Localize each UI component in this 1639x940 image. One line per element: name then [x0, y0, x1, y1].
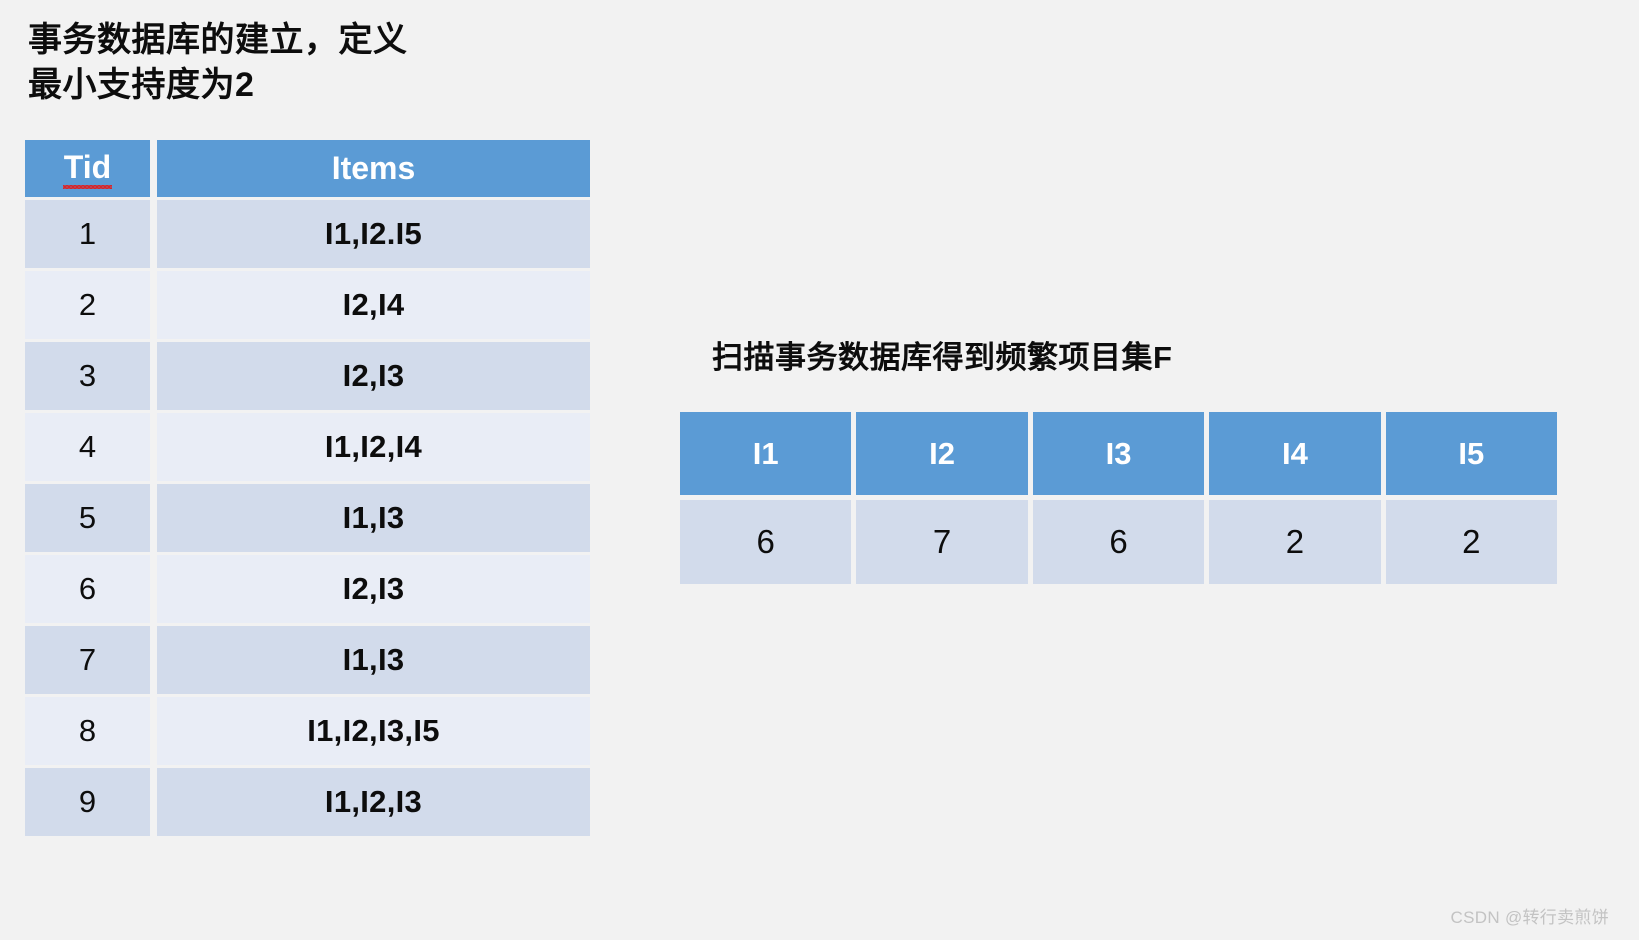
column-header-tid: Tid	[25, 140, 150, 197]
frequent-itemset-table: I1 I2 I3 I4 I5 6 7 6 2 2	[680, 412, 1558, 584]
table-header-row: Tid Items	[25, 140, 590, 197]
cell-items: I1,I2.I5	[157, 200, 590, 268]
column-header-i4: I4	[1209, 412, 1381, 495]
column-header-i3: I3	[1032, 412, 1205, 495]
table-row: 4 I1,I2,I4	[25, 413, 590, 481]
cell-items: I1,I2,I4	[157, 413, 590, 481]
table-row: 9 I1,I2,I3	[25, 768, 590, 836]
cell-tid: 6	[25, 555, 150, 623]
cell-tid: 2	[25, 271, 150, 339]
table-row: 2 I2,I4	[25, 271, 590, 339]
column-header-i1: I1	[680, 412, 852, 495]
cell-tid: 4	[25, 413, 150, 481]
cell-items: I2,I3	[157, 342, 590, 410]
cell-tid: 9	[25, 768, 150, 836]
column-header-items: Items	[157, 140, 590, 197]
frequent-table-header-row: I1 I2 I3 I4 I5	[680, 412, 1558, 495]
frequent-table-value-row: 6 7 6 2 2	[680, 500, 1558, 584]
count-i1: 6	[680, 500, 852, 584]
table-row: 6 I2,I3	[25, 555, 590, 623]
cell-tid: 5	[25, 484, 150, 552]
table-row: 3 I2,I3	[25, 342, 590, 410]
transaction-database-table: Tid Items 1 I1,I2.I5 2 I2,I4 3 I2,I3 4 I…	[25, 140, 590, 836]
cell-tid: 7	[25, 626, 150, 694]
table-row: 7 I1,I3	[25, 626, 590, 694]
tid-header-label: Tid	[62, 149, 113, 189]
table-row: 5 I1,I3	[25, 484, 590, 552]
cell-items: I1,I2,I3	[157, 768, 590, 836]
csdn-watermark: CSDN @转行卖煎饼	[1450, 908, 1609, 927]
cell-tid: 1	[25, 200, 150, 268]
table-row: 8 I1,I2,I3,I5	[25, 697, 590, 765]
cell-items: I2,I3	[157, 555, 590, 623]
cell-items: I1,I3	[157, 484, 590, 552]
cell-items: I1,I3	[157, 626, 590, 694]
table-row: 1 I1,I2.I5	[25, 200, 590, 268]
slide-canvas: 事务数据库的建立，定义 最小支持度为2 Tid Items 1 I1,I2.I5…	[0, 0, 1639, 940]
column-header-i2: I2	[856, 412, 1028, 495]
count-i3: 6	[1032, 500, 1205, 584]
right-section-title: 扫描事务数据库得到频繁项目集F	[712, 340, 1173, 375]
left-section-title: 事务数据库的建立，定义 最小支持度为2	[28, 21, 408, 104]
cell-tid: 3	[25, 342, 150, 410]
column-header-i5: I5	[1385, 412, 1558, 495]
cell-items: I1,I2,I3,I5	[157, 697, 590, 765]
count-i5: 2	[1385, 500, 1558, 584]
cell-items: I2,I4	[157, 271, 590, 339]
count-i2: 7	[856, 500, 1028, 584]
count-i4: 2	[1209, 500, 1381, 584]
cell-tid: 8	[25, 697, 150, 765]
